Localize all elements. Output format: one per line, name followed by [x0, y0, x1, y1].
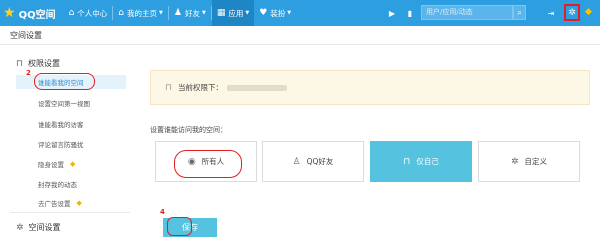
settings-gear-icon[interactable]: ✲: [564, 4, 580, 21]
sidebar-item-anti-harassment[interactable]: 评论留言防骚扰: [16, 137, 126, 151]
nav-friends[interactable]: ♟ 好友 ▼: [169, 0, 211, 26]
nav-my-homepage[interactable]: ⌂ 我的主页 ▼: [113, 0, 168, 26]
chevron-down-icon: ▼: [245, 10, 250, 16]
sidebar-group-label: 空间设置: [28, 223, 61, 232]
sidebar-item-label: 隐身设置: [38, 161, 64, 169]
option-qq-friends[interactable]: ♙ QQ好友: [262, 141, 364, 182]
logout-icon[interactable]: ⇥: [544, 6, 558, 20]
chevron-down-icon: ▼: [287, 10, 292, 16]
lock-icon: ⊓: [165, 82, 173, 93]
annotation-number-4: 4: [160, 208, 165, 216]
nav-label: 个人中心: [77, 8, 108, 18]
nav-label: 装扮: [270, 8, 286, 18]
nav-label: 应用: [228, 8, 244, 18]
sidebar-item-first-view[interactable]: 设置空间第一视图: [16, 96, 126, 110]
sidebar-item-visitors[interactable]: 谁能看我的访客: [16, 117, 126, 131]
search-input[interactable]: 用户/应用/动态: [421, 5, 513, 20]
current-permission-label: 当前权限下：: [178, 83, 224, 92]
vip-diamond-icon[interactable]: ◆: [585, 7, 592, 17]
option-label: 仅自己: [416, 157, 439, 166]
sidebar-item-invisible[interactable]: 隐身设置 ◆: [16, 157, 126, 171]
title-divider: [0, 44, 600, 45]
qzone-star-icon: ★: [3, 5, 16, 21]
redacted-value: [227, 84, 288, 91]
option-custom[interactable]: ✲ 自定义: [478, 141, 580, 182]
option-label: QQ好友: [306, 157, 334, 166]
play-icon[interactable]: ▶: [385, 6, 399, 20]
option-only-me[interactable]: ⊓ 仅自己: [370, 141, 472, 182]
sidebar-item-ad-settings[interactable]: 去广告设置 ◆: [16, 196, 126, 210]
qzone-logo[interactable]: ★ QQ空间: [0, 0, 56, 26]
chevron-down-icon: ▼: [159, 10, 163, 16]
apps-grid-icon: ▦: [216, 8, 226, 18]
option-label: 自定义: [524, 157, 548, 166]
sidebar-group-space-settings[interactable]: ✲ 空间设置: [16, 222, 61, 233]
friends-icon: ♟: [173, 8, 182, 18]
qq-penguin-icon: ♙: [292, 156, 301, 167]
top-navigation-bar: ★ QQ空间 ⌂ 个人中心 ⌂ 我的主页 ▼ ♟ 好友 ▼ ▦ 应用 ▼ ♥ 装…: [0, 0, 600, 26]
annotation-highlight: [34, 73, 95, 90]
access-question: 设置谁能访问我的空间：: [150, 126, 227, 134]
house-icon: ⌂: [118, 8, 125, 18]
nav-apps[interactable]: ▦ 应用 ▼: [211, 0, 255, 26]
current-permission-banner: ⊓ 当前权限下：: [150, 70, 590, 105]
diamond-icon: ◆: [76, 199, 82, 207]
sidebar-item-archive-feed[interactable]: 封存我的动态: [16, 177, 126, 191]
nav-dress-up[interactable]: ♥ 装扮 ▼: [254, 0, 296, 26]
sidebar-item-label: 评论留言防骚扰: [38, 141, 84, 149]
gear-icon: ✲: [16, 222, 24, 233]
annotation-highlight: [167, 217, 192, 236]
nav-label: 好友: [184, 8, 200, 18]
lock-icon: ⊓: [16, 58, 24, 69]
sidebar-divider: [10, 212, 130, 213]
page-title: 空间设置: [10, 31, 42, 40]
sidebar-group-permissions[interactable]: ⊓ 权限设置: [16, 58, 60, 69]
sidebar-item-label: 谁能看我的访客: [38, 121, 84, 129]
search-icon[interactable]: ⌕: [513, 5, 526, 20]
diamond-icon: ◆: [70, 160, 76, 168]
gear-icon: ✲: [510, 156, 519, 167]
chevron-down-icon: ▼: [201, 10, 206, 16]
logout-area: ⇥: [544, 0, 558, 26]
media-controls: ▶ ▮: [385, 0, 417, 26]
sidebar-group-label: 权限设置: [28, 59, 61, 68]
home-user-icon: ⌂: [68, 8, 75, 18]
lock-icon: ⊓: [403, 156, 411, 167]
sidebar-item-label: 去广告设置: [38, 200, 71, 208]
sidebar-item-label: 设置空间第一视图: [38, 100, 90, 108]
dress-up-icon: ♥: [259, 8, 268, 18]
annotation-highlight: [174, 150, 242, 178]
nav-personal-center[interactable]: ⌂ 个人中心: [64, 0, 113, 26]
sidebar-item-label: 封存我的动态: [38, 181, 77, 189]
logo-text: QQ空间: [18, 9, 56, 21]
equalizer-icon[interactable]: ▮: [403, 6, 417, 20]
nav-label: 我的主页: [127, 8, 158, 18]
top-nav: ⌂ 个人中心 ⌂ 我的主页 ▼ ♟ 好友 ▼ ▦ 应用 ▼ ♥ 装扮 ▼: [64, 0, 297, 26]
